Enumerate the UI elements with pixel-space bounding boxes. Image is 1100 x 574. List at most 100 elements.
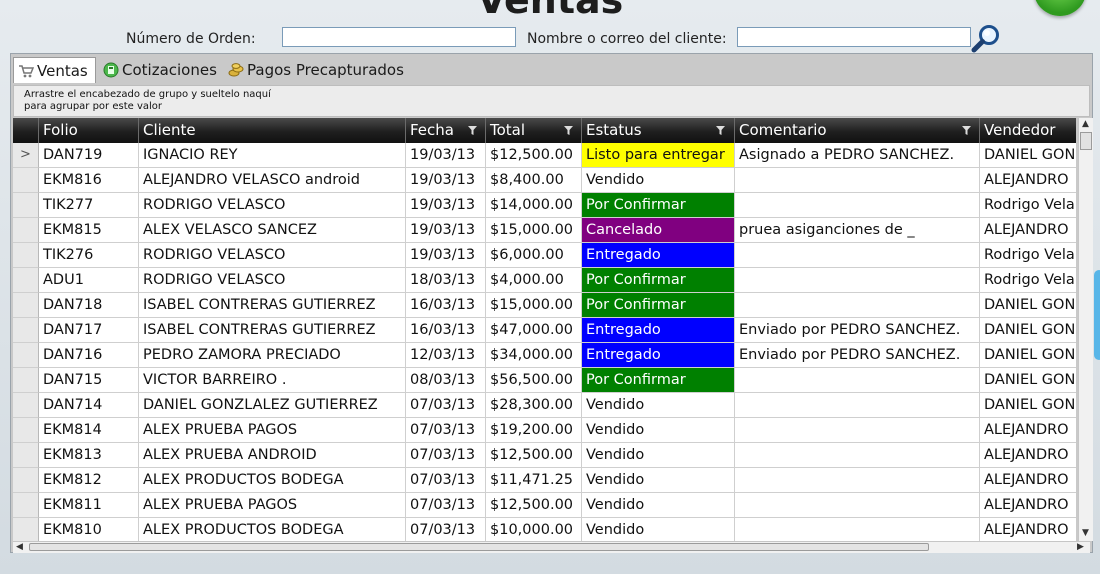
row-selector[interactable] <box>13 368 39 393</box>
cell-cliente: PEDRO ZAMORA PRECIADO <box>139 343 406 368</box>
order-number-label: Número de Orden: <box>126 31 256 47</box>
column-title: Comentario <box>739 121 827 139</box>
client-input[interactable] <box>737 27 971 47</box>
cell-vendedor: Rodrigo Vela <box>980 268 1076 293</box>
row-selector[interactable] <box>13 393 39 418</box>
cell-total: $11,471.25 <box>486 468 582 493</box>
table-row[interactable]: EKM816 ALEJANDRO VELASCO android 19/03/13 $… <box>13 168 1076 193</box>
filter-icon[interactable] <box>961 125 972 136</box>
tab-label: Pagos Precapturados <box>247 61 404 79</box>
cell-vendedor: DANIEL GON <box>980 393 1076 418</box>
row-selector[interactable] <box>13 168 39 193</box>
row-selector[interactable] <box>13 518 39 541</box>
cell-estatus: Entregado <box>582 343 735 368</box>
column-title: Fecha <box>410 121 454 139</box>
order-number-input[interactable] <box>282 27 516 47</box>
row-selector-header <box>13 118 39 143</box>
column-header-estatus[interactable]: Estatus <box>582 118 735 143</box>
group-drop-area[interactable]: Arrastre el encabezado de grupo y suelte… <box>13 85 1090 117</box>
side-panel-handle[interactable] <box>1094 270 1100 360</box>
table-row[interactable]: DAN715 VICTOR BARREIRO . 08/03/13 $56,500.0… <box>13 368 1076 393</box>
table-row[interactable]: TIK276 RODRIGO VELASCO 19/03/13 $6,000.00 En… <box>13 243 1076 268</box>
cell-folio: DAN717 <box>39 318 139 343</box>
cell-vendedor: DANIEL GON <box>980 368 1076 393</box>
cell-cliente: RODRIGO VELASCO <box>139 268 406 293</box>
table-row[interactable]: TIK277 RODRIGO VELASCO 19/03/13 $14,000.00 P… <box>13 193 1076 218</box>
vertical-scrollbar[interactable]: ▲ ▼ <box>1078 118 1093 541</box>
column-header-fecha[interactable]: Fecha <box>406 118 486 143</box>
horizontal-scroll-thumb[interactable] <box>29 543 929 551</box>
row-selector[interactable] <box>13 443 39 468</box>
row-selector[interactable] <box>13 293 39 318</box>
column-header-total[interactable]: Total <box>486 118 582 143</box>
table-row[interactable]: DAN717 ISABEL CONTRERAS GUTIERREZ 16/03/13… <box>13 318 1076 343</box>
cell-total: $34,000.00 <box>486 343 582 368</box>
cell-cliente: DANIEL GONZLALEZ GUTIERREZ <box>139 393 406 418</box>
cell-vendedor: Rodrigo Vela <box>980 193 1076 218</box>
tab-pagos-precapturados[interactable]: Pagos Precapturados <box>224 57 408 83</box>
row-selector[interactable] <box>13 318 39 343</box>
cell-folio: EKM815 <box>39 218 139 243</box>
row-selector[interactable]: > <box>13 143 39 168</box>
cell-cliente: IGNACIO REY <box>139 143 406 168</box>
grid-header: Folio Cliente Fecha Total Estatus Coment… <box>13 118 1076 143</box>
horizontal-scrollbar[interactable]: ◀ ▶ <box>13 541 1090 553</box>
tab-cotizaciones[interactable]: Cotizaciones <box>99 57 221 83</box>
cell-cliente: ALEJANDRO VELASCO android <box>139 168 406 193</box>
scroll-right-icon[interactable]: ▶ <box>1077 542 1084 552</box>
column-header-folio[interactable]: Folio <box>39 118 139 143</box>
table-row[interactable]: EKM815 ALEX VELASCO SANCEZ 19/03/13 $15,000… <box>13 218 1076 243</box>
cell-total: $15,000.00 <box>486 293 582 318</box>
table-row[interactable]: EKM814 ALEX PRUEBA PAGOS 07/03/13 $19,200.0… <box>13 418 1076 443</box>
filter-icon[interactable] <box>715 125 726 136</box>
cell-estatus: Por Confirmar <box>582 368 735 393</box>
table-row[interactable]: EKM810 ALEX PRODUCTOS BODEGA 07/03/13 $10,0… <box>13 518 1076 541</box>
row-selector[interactable] <box>13 493 39 518</box>
table-row[interactable]: DAN716 PEDRO ZAMORA PRECIADO 12/03/13 $34,0… <box>13 343 1076 368</box>
row-selector[interactable] <box>13 243 39 268</box>
table-row[interactable]: EKM813 ALEX PRUEBA ANDROID 07/03/13 $12,500… <box>13 443 1076 468</box>
sales-panel: Ventas Cotizaciones Pagos Precapturados … <box>10 53 1093 553</box>
table-row[interactable]: EKM812 ALEX PRODUCTOS BODEGA 07/03/13 $11,4… <box>13 468 1076 493</box>
cell-comentario <box>735 268 980 293</box>
vertical-scroll-thumb[interactable] <box>1080 132 1092 150</box>
tab-ventas[interactable]: Ventas <box>13 57 96 83</box>
scroll-up-icon[interactable]: ▲ <box>1082 119 1089 129</box>
cell-folio: DAN718 <box>39 293 139 318</box>
row-selector[interactable] <box>13 468 39 493</box>
cell-comentario <box>735 418 980 443</box>
cell-estatus: Entregado <box>582 318 735 343</box>
filter-icon[interactable] <box>467 125 478 136</box>
cell-folio: DAN714 <box>39 393 139 418</box>
cell-fecha: 16/03/13 <box>406 293 486 318</box>
tab-label: Ventas <box>37 61 88 80</box>
scroll-left-icon[interactable]: ◀ <box>16 542 23 552</box>
cell-fecha: 07/03/13 <box>406 393 486 418</box>
table-row[interactable]: ADU1 RODRIGO VELASCO 18/03/13 $4,000.00 Por … <box>13 268 1076 293</box>
row-selector[interactable] <box>13 268 39 293</box>
row-selector[interactable] <box>13 343 39 368</box>
row-selector[interactable] <box>13 218 39 243</box>
cell-total: $12,500.00 <box>486 493 582 518</box>
row-selector[interactable] <box>13 418 39 443</box>
search-icon[interactable] <box>970 23 1004 55</box>
cell-fecha: 07/03/13 <box>406 493 486 518</box>
cell-total: $12,500.00 <box>486 143 582 168</box>
row-selector[interactable] <box>13 193 39 218</box>
column-header-vendedor[interactable]: Vendedor <box>980 118 1076 143</box>
table-row[interactable]: DAN714 DANIEL GONZLALEZ GUTIERREZ 07/03/13… <box>13 393 1076 418</box>
table-row[interactable]: DAN718 ISABEL CONTRERAS GUTIERREZ 16/03/13… <box>13 293 1076 318</box>
table-row[interactable]: EKM811 ALEX PRUEBA PAGOS 07/03/13 $12,500.0… <box>13 493 1076 518</box>
cell-estatus: Por Confirmar <box>582 293 735 318</box>
cell-estatus: Listo para entregar <box>582 143 735 168</box>
column-header-cliente[interactable]: Cliente <box>139 118 406 143</box>
cell-cliente: VICTOR BARREIRO . <box>139 368 406 393</box>
scroll-down-icon[interactable]: ▼ <box>1082 528 1089 538</box>
cell-total: $19,200.00 <box>486 418 582 443</box>
cell-folio: DAN715 <box>39 368 139 393</box>
filter-icon[interactable] <box>563 125 574 136</box>
column-header-comentario[interactable]: Comentario <box>735 118 980 143</box>
table-row[interactable]: > DAN719 IGNACIO REY 19/03/13 $12,500.00 List… <box>13 143 1076 168</box>
cell-comentario: Asignado a PEDRO SANCHEZ. <box>735 143 980 168</box>
cell-folio: EKM812 <box>39 468 139 493</box>
